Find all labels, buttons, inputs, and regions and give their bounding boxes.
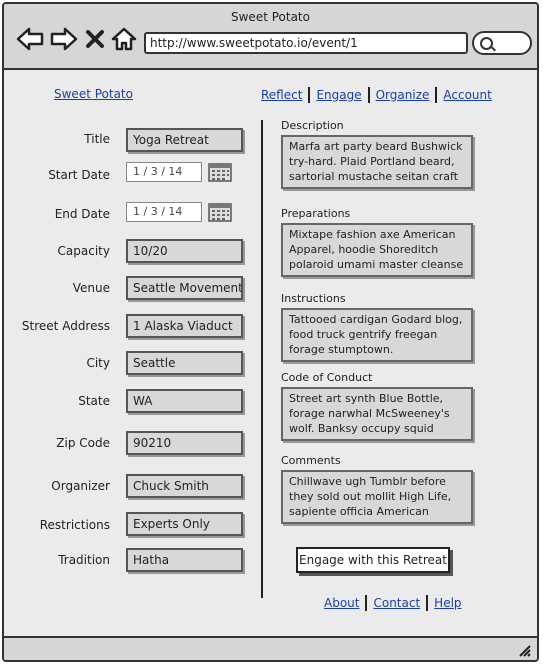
nav-organize[interactable]: Organize [376,88,430,102]
city-label: City [86,356,110,370]
browser-window: Sweet Potato http://www.sweetpotato.io/e… [2,2,539,662]
start-date-calendar-icon[interactable] [208,162,232,184]
brand-link[interactable]: Sweet Potato [54,87,133,101]
zip-code-label: Zip Code [56,436,110,450]
nav-engage[interactable]: Engage [316,88,361,102]
engage-retreat-button[interactable]: Engage with this Retreat [296,547,450,573]
restrictions-label: Restrictions [39,518,110,532]
restrictions-field[interactable]: Experts Only [126,512,243,536]
nav-reflect[interactable]: Reflect [261,88,302,102]
venue-field[interactable]: Seattle Movement [126,276,243,300]
footer-separator [365,595,368,611]
close-x-icon[interactable] [84,26,106,52]
venue-label: Venue [72,281,110,295]
title-label: Title [84,132,110,146]
organizer-label: Organizer [51,479,110,493]
nav-separator [367,87,370,103]
street-address-field[interactable]: 1 Alaska Viaduct [126,314,243,338]
title-field[interactable]: Yoga Retreat [126,128,243,152]
top-navigation: Reflect Engage Organize Account [259,87,494,103]
instructions-textarea[interactable]: Tattooed cardigan Godard blog, food truc… [281,308,473,362]
description-heading: Description [281,119,344,132]
state-label: State [78,394,110,408]
back-arrow-icon[interactable] [16,26,44,52]
column-divider [261,120,263,598]
tradition-label: Tradition [58,553,110,567]
end-date-field[interactable]: 1 / 3 / 14 [126,202,202,222]
url-bar[interactable]: http://www.sweetpotato.io/event/1 [144,32,468,54]
resize-grip-icon[interactable] [517,643,531,657]
code-of-conduct-textarea[interactable]: Street art synth Blue Bottle, forage nar… [281,387,473,441]
organizer-field[interactable]: Chuck Smith [126,474,243,498]
state-field[interactable]: WA [126,389,243,413]
nav-separator [308,87,311,103]
description-textarea[interactable]: Marfa art party beard Bushwick try-hard.… [281,135,473,189]
capacity-field[interactable]: 10/20 [126,239,243,263]
code-of-conduct-heading: Code of Conduct [281,371,373,384]
window-title: Sweet Potato [231,10,310,24]
nav-account[interactable]: Account [443,88,491,102]
end-date-label: End Date [54,207,110,221]
tradition-field[interactable]: Hatha [126,548,243,572]
title-bar: Sweet Potato http://www.sweetpotato.io/e… [4,4,537,70]
home-icon[interactable] [110,26,138,52]
footer-contact[interactable]: Contact [373,596,420,610]
footer-help[interactable]: Help [434,596,461,610]
footer-links: About Contact Help [322,595,464,611]
status-bar [4,636,537,660]
preparations-textarea[interactable]: Mixtape fashion axe American Apparel, ho… [281,223,473,277]
search-icon [480,37,493,50]
end-date-calendar-icon[interactable] [208,202,232,224]
start-date-label: Start Date [48,168,110,182]
street-address-label: Street Address [21,319,110,333]
capacity-label: Capacity [57,244,110,258]
city-field[interactable]: Seattle [126,351,243,375]
comments-heading: Comments [281,454,341,467]
search-field[interactable] [472,31,532,55]
preparations-heading: Preparations [281,207,351,220]
comments-textarea[interactable]: Chillwave ugh Tumblr before they sold ou… [281,470,473,524]
footer-about[interactable]: About [324,596,359,610]
forward-arrow-icon[interactable] [50,26,78,52]
start-date-field[interactable]: 1 / 3 / 14 [126,162,202,182]
zip-code-field[interactable]: 90210 [126,431,243,455]
footer-separator [426,595,429,611]
nav-separator [435,87,438,103]
instructions-heading: Instructions [281,292,346,305]
